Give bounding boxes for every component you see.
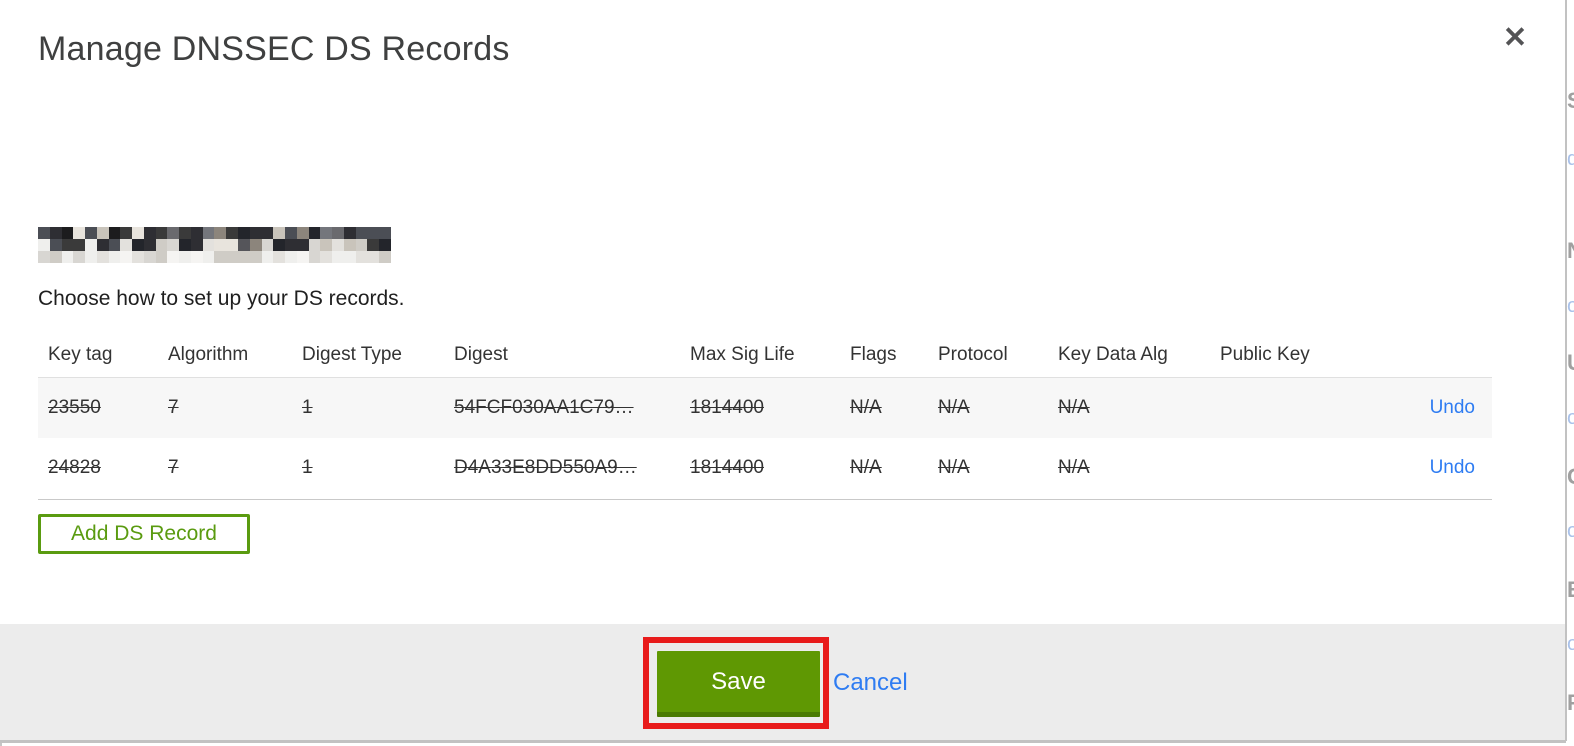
close-icon[interactable]: ✕ xyxy=(1497,20,1533,56)
cell-digest-type: 1 xyxy=(302,457,313,479)
cell-digest-type: 1 xyxy=(302,396,313,418)
cell-action: Undo xyxy=(1390,438,1492,499)
column-header-digest-type: Digest Type xyxy=(302,343,402,365)
column-header-key-tag: Key tag xyxy=(48,343,113,365)
cell-digest: D4A33E8DD550A9… xyxy=(454,457,637,479)
cancel-link[interactable]: Cancel xyxy=(833,669,908,697)
cell-action: Undo xyxy=(1390,377,1492,438)
background-page-sliver: Sd No Uo Co Eo P xyxy=(1567,0,1574,746)
cell-digest: 54FCF030AA1C79… xyxy=(454,396,634,418)
table-header-row: Key tag Algorithm Digest Type Digest Max Sig… xyxy=(38,333,1492,377)
background-text-fragment: o xyxy=(1567,633,1574,655)
modal-bottom-border xyxy=(0,740,1566,743)
cell-public-key xyxy=(1210,438,1390,499)
column-header-flags: Flags xyxy=(850,343,897,365)
table-body: 23550 7 1 54FCF030AA1C79… 1814400 N/A N/A N/A Un… xyxy=(38,377,1492,499)
column-header-public-key: Public Key xyxy=(1220,343,1310,365)
save-button[interactable]: Save xyxy=(657,651,820,717)
table-row: 23550 7 1 54FCF030AA1C79… 1814400 N/A N/A N/A Un… xyxy=(38,377,1492,438)
column-header-digest: Digest xyxy=(454,343,508,365)
undo-link[interactable]: Undo xyxy=(1430,397,1475,418)
cell-public-key xyxy=(1210,377,1390,438)
table-row: 24828 7 1 D4A33E8DD550A9… 1814400 N/A N/A N/A Un… xyxy=(38,438,1492,499)
cell-key-tag: 23550 xyxy=(48,396,101,418)
background-text-fragment: S xyxy=(1567,88,1574,114)
background-text-fragment: o xyxy=(1567,407,1574,429)
background-text-fragment: d xyxy=(1567,148,1574,170)
ds-records-table: Key tag Algorithm Digest Type Digest Max Sig… xyxy=(38,333,1492,500)
cell-algorithm: 7 xyxy=(168,457,179,479)
cell-max-sig-life: 1814400 xyxy=(690,396,764,418)
redacted-domain-name xyxy=(38,227,391,263)
column-header-max-sig-life: Max Sig Life xyxy=(690,343,795,365)
background-text-fragment: o xyxy=(1567,295,1574,317)
background-text-fragment: N xyxy=(1567,238,1574,264)
background-text-fragment: E xyxy=(1567,577,1574,603)
screen: Manage DNSSEC DS Records ✕ Choose how to… xyxy=(0,0,1574,746)
column-header-key-data-alg: Key Data Alg xyxy=(1058,343,1168,365)
add-ds-record-button[interactable]: Add DS Record xyxy=(38,514,250,554)
cell-key-tag: 24828 xyxy=(48,457,101,479)
cell-protocol: N/A xyxy=(938,396,970,418)
cell-protocol: N/A xyxy=(938,457,970,479)
column-header-algorithm: Algorithm xyxy=(168,343,249,365)
intro-text: Choose how to set up your DS records. xyxy=(38,287,405,310)
undo-link[interactable]: Undo xyxy=(1430,457,1475,478)
cell-key-data-alg: N/A xyxy=(1058,457,1090,479)
page-title: Manage DNSSEC DS Records xyxy=(38,30,510,68)
cell-key-data-alg: N/A xyxy=(1058,396,1090,418)
column-header-protocol: Protocol xyxy=(938,343,1008,365)
background-text-fragment: C xyxy=(1567,464,1574,490)
background-text-fragment: P xyxy=(1567,690,1574,716)
cell-max-sig-life: 1814400 xyxy=(690,457,764,479)
background-text-fragment: U xyxy=(1567,350,1574,376)
cell-flags: N/A xyxy=(850,396,882,418)
background-text-fragment: o xyxy=(1567,520,1574,542)
cell-flags: N/A xyxy=(850,457,882,479)
manage-dnssec-modal: Manage DNSSEC DS Records ✕ Choose how to… xyxy=(0,0,1567,743)
cell-algorithm: 7 xyxy=(168,396,179,418)
